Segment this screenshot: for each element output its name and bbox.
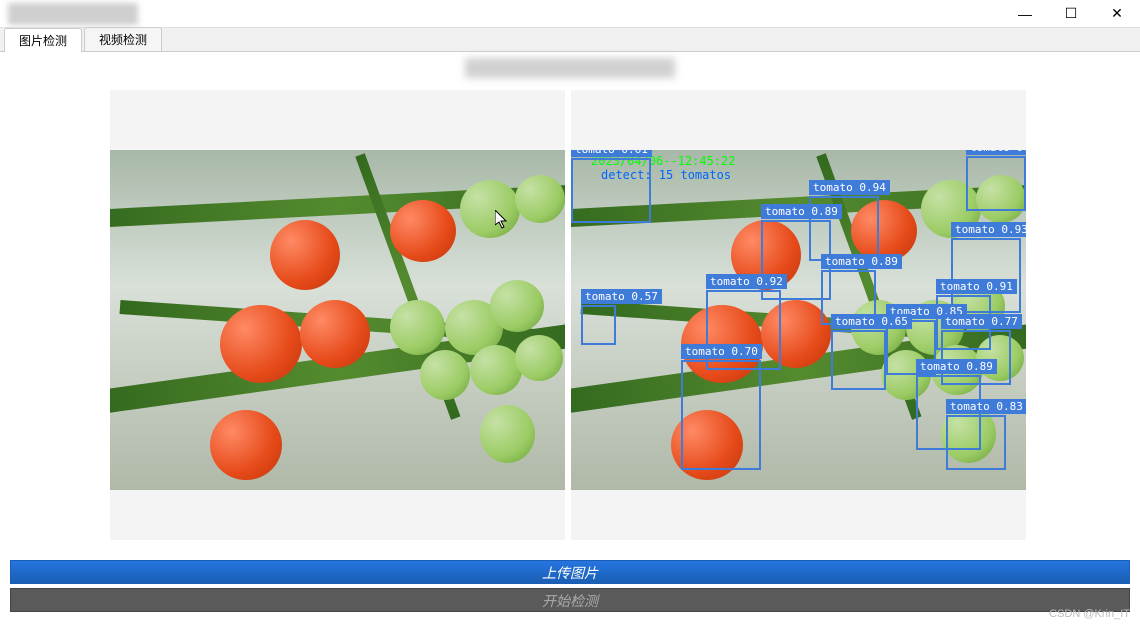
result-image: 2023/04/06--12:45:22 detect: 15 tomatos … — [571, 150, 1026, 490]
detection-label: tomato 0.65 — [831, 314, 912, 329]
watermark-text: CSDN @Krin_IT — [1049, 608, 1130, 620]
tab-image-detection[interactable]: 图片检测 — [4, 28, 82, 52]
detection-bbox: tomato 0.83 — [946, 415, 1006, 470]
detection-label: tomato 0.91 — [936, 279, 1017, 294]
window-title-blurred — [8, 3, 138, 25]
tab-bar: 图片检测 视频检测 — [0, 28, 1140, 52]
minimize-button[interactable]: — — [1002, 0, 1048, 28]
detection-label: tomato 0.94 — [809, 180, 890, 195]
maximize-button[interactable]: ☐ — [1048, 0, 1094, 28]
window-titlebar: — ☐ ✕ — [0, 0, 1140, 28]
header-title-blurred — [465, 58, 675, 78]
main-content: 2023/04/06--12:45:22 detect: 15 tomatos … — [0, 52, 1140, 552]
detection-label: tomato 0.89 — [916, 359, 997, 374]
detection-label: tomato 0.92 — [706, 274, 787, 289]
original-image-container — [110, 90, 565, 540]
detection-label: tomato 0.57 — [581, 289, 662, 304]
detection-bbox: tomato 0.57 — [581, 305, 616, 345]
detection-label: tomato 0.61 — [571, 150, 652, 157]
detection-label: tomato 0.89 — [761, 204, 842, 219]
detection-bbox: tomato 0. — [966, 156, 1026, 211]
detection-bbox: tomato 0.61 — [571, 158, 651, 223]
start-detection-button[interactable]: 开始检测 — [10, 588, 1130, 612]
detection-label: tomato 0.83 — [946, 399, 1026, 414]
detection-label: tomato 0.89 — [821, 254, 902, 269]
upload-image-button[interactable]: 上传图片 — [10, 560, 1130, 584]
detection-label: tomato 0. — [966, 150, 1026, 155]
original-image — [110, 150, 565, 490]
result-image-container: 2023/04/06--12:45:22 detect: 15 tomatos … — [571, 90, 1026, 540]
detection-label: tomato 0.93 — [951, 222, 1026, 237]
close-button[interactable]: ✕ — [1094, 0, 1140, 28]
detection-bbox: tomato 0.70 — [681, 360, 761, 470]
detection-bbox: tomato 0.65 — [831, 330, 886, 390]
detection-label: tomato 0.70 — [681, 344, 762, 359]
tab-video-detection[interactable]: 视频检测 — [84, 27, 162, 51]
detection-label: tomato 0.77 — [941, 314, 1022, 329]
